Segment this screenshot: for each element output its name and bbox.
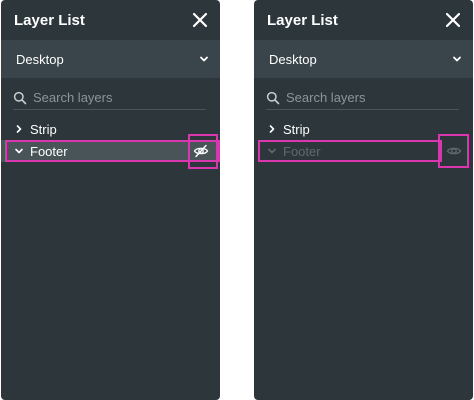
chevron-down-icon[interactable]	[267, 146, 277, 156]
layer-list-panel-left: Layer List Desktop Strip Footer	[1, 0, 220, 400]
layer-list-panel-right: Layer List Desktop Strip Footer	[254, 0, 473, 400]
layer-item-label: Strip	[30, 121, 57, 137]
chevron-down-icon[interactable]	[14, 146, 24, 156]
device-dropdown-value: Desktop	[269, 51, 317, 67]
close-icon	[192, 12, 208, 28]
panel-header: Layer List	[254, 0, 473, 40]
chevron-right-icon[interactable]	[267, 124, 277, 134]
close-button[interactable]	[190, 10, 210, 30]
chevron-down-icon	[453, 56, 461, 62]
panel-header: Layer List	[1, 0, 220, 40]
search-input[interactable]	[286, 90, 446, 105]
eye-icon[interactable]	[446, 143, 462, 159]
chevron-right-icon[interactable]	[14, 124, 24, 134]
layer-item-label: Footer	[30, 143, 68, 159]
close-icon	[445, 12, 461, 28]
layer-item-footer[interactable]: Footer	[254, 140, 473, 162]
chevron-down-icon	[200, 56, 208, 62]
search-input[interactable]	[33, 90, 193, 105]
search-icon	[266, 91, 280, 104]
search-bar	[13, 86, 206, 110]
device-dropdown-value: Desktop	[16, 51, 64, 67]
panel-title: Layer List	[14, 11, 85, 29]
eye-slash-icon[interactable]	[193, 143, 209, 159]
search-icon	[13, 91, 27, 104]
panel-title: Layer List	[267, 11, 338, 29]
device-dropdown[interactable]: Desktop	[1, 40, 220, 78]
device-dropdown[interactable]: Desktop	[254, 40, 473, 78]
layer-item-strip[interactable]: Strip	[1, 118, 220, 140]
layer-item-footer[interactable]: Footer	[1, 140, 220, 162]
layer-item-label: Footer	[283, 143, 321, 159]
search-bar	[266, 86, 459, 110]
layer-item-label: Strip	[283, 121, 310, 137]
close-button[interactable]	[443, 10, 463, 30]
layer-item-strip[interactable]: Strip	[254, 118, 473, 140]
